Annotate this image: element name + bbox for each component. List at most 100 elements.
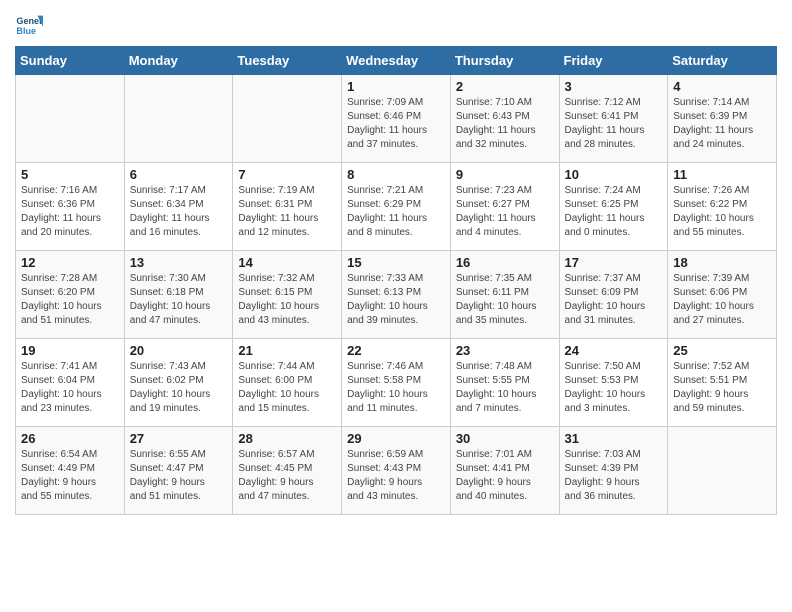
calendar-cell: 4 Sunrise: 7:14 AM Sunset: 6:39 PM Daylig…	[668, 75, 777, 163]
day-number: 16	[456, 255, 554, 270]
day-number: 1	[347, 79, 445, 94]
calendar-cell	[16, 75, 125, 163]
day-info: Sunrise: 7:03 AM Sunset: 4:39 PM Dayligh…	[565, 448, 663, 504]
day-info: Sunrise: 7:35 AM Sunset: 6:11 PM Dayligh…	[456, 272, 554, 328]
day-number: 19	[21, 343, 119, 358]
calendar-cell	[124, 75, 233, 163]
calendar-cell: 24 Sunrise: 7:50 AM Sunset: 5:53 PM Dayli…	[559, 339, 668, 427]
day-info: Sunrise: 7:48 AM Sunset: 5:55 PM Dayligh…	[456, 360, 554, 416]
header-monday: Monday	[124, 47, 233, 75]
day-number: 22	[347, 343, 445, 358]
day-number: 2	[456, 79, 554, 94]
calendar-cell: 15 Sunrise: 7:33 AM Sunset: 6:13 PM Dayli…	[342, 251, 451, 339]
calendar-cell: 26Sunrise: 6:54 AM Sunset: 4:49 PM Dayli…	[16, 427, 125, 515]
calendar-cell: 29 Sunrise: 6:59 AM Sunset: 4:43 PM Dayli…	[342, 427, 451, 515]
header-sunday: Sunday	[16, 47, 125, 75]
day-number: 21	[238, 343, 336, 358]
day-number: 3	[565, 79, 663, 94]
day-number: 4	[673, 79, 771, 94]
calendar-week-row: 19 Sunrise: 7:41 AM Sunset: 6:04 PM Dayli…	[16, 339, 777, 427]
header-thursday: Thursday	[450, 47, 559, 75]
calendar-cell	[668, 427, 777, 515]
day-number: 11	[673, 167, 771, 182]
day-number: 15	[347, 255, 445, 270]
calendar-cell: 14Sunrise: 7:32 AM Sunset: 6:15 PM Dayli…	[233, 251, 342, 339]
day-number: 26	[21, 431, 119, 446]
day-info: Sunrise: 7:46 AM Sunset: 5:58 PM Dayligh…	[347, 360, 445, 416]
day-number: 24	[565, 343, 663, 358]
day-info: Sunrise: 7:19 AM Sunset: 6:31 PM Dayligh…	[238, 184, 336, 240]
calendar-cell: 10 Sunrise: 7:24 AM Sunset: 6:25 PM Dayli…	[559, 163, 668, 251]
day-number: 23	[456, 343, 554, 358]
day-info: Sunrise: 7:26 AM Sunset: 6:22 PM Dayligh…	[673, 184, 771, 240]
day-number: 28	[238, 431, 336, 446]
day-info: Sunrise: 7:30 AM Sunset: 6:18 PM Dayligh…	[130, 272, 228, 328]
calendar-cell: 22 Sunrise: 7:46 AM Sunset: 5:58 PM Dayli…	[342, 339, 451, 427]
calendar-week-row: 5Sunrise: 7:16 AM Sunset: 6:36 PM Daylig…	[16, 163, 777, 251]
calendar-cell: 9 Sunrise: 7:23 AM Sunset: 6:27 PM Daylig…	[450, 163, 559, 251]
calendar-cell: 30 Sunrise: 7:01 AM Sunset: 4:41 PM Dayli…	[450, 427, 559, 515]
day-number: 25	[673, 343, 771, 358]
calendar-cell: 13 Sunrise: 7:30 AM Sunset: 6:18 PM Dayli…	[124, 251, 233, 339]
svg-text:Blue: Blue	[16, 26, 36, 36]
day-info: Sunrise: 7:17 AM Sunset: 6:34 PM Dayligh…	[130, 184, 228, 240]
day-number: 29	[347, 431, 445, 446]
calendar-cell: 5Sunrise: 7:16 AM Sunset: 6:36 PM Daylig…	[16, 163, 125, 251]
calendar-cell: 20Sunrise: 7:43 AM Sunset: 6:02 PM Dayli…	[124, 339, 233, 427]
calendar-cell: 23 Sunrise: 7:48 AM Sunset: 5:55 PM Dayli…	[450, 339, 559, 427]
header-saturday: Saturday	[668, 47, 777, 75]
day-info: Sunrise: 7:39 AM Sunset: 6:06 PM Dayligh…	[673, 272, 771, 328]
day-info: Sunrise: 7:24 AM Sunset: 6:25 PM Dayligh…	[565, 184, 663, 240]
day-info: Sunrise: 7:44 AM Sunset: 6:00 PM Dayligh…	[238, 360, 336, 416]
calendar-cell: 19 Sunrise: 7:41 AM Sunset: 6:04 PM Dayli…	[16, 339, 125, 427]
page-header: General Blue	[15, 10, 777, 38]
day-number: 17	[565, 255, 663, 270]
day-info: Sunrise: 7:12 AM Sunset: 6:41 PM Dayligh…	[565, 96, 663, 152]
calendar-week-row: 26Sunrise: 6:54 AM Sunset: 4:49 PM Dayli…	[16, 427, 777, 515]
calendar-header-row: SundayMondayTuesdayWednesdayThursdayFrid…	[16, 47, 777, 75]
day-info: Sunrise: 7:23 AM Sunset: 6:27 PM Dayligh…	[456, 184, 554, 240]
day-info: Sunrise: 7:21 AM Sunset: 6:29 PM Dayligh…	[347, 184, 445, 240]
calendar-cell: 1 Sunrise: 7:09 AM Sunset: 6:46 PM Daylig…	[342, 75, 451, 163]
day-number: 27	[130, 431, 228, 446]
day-info: Sunrise: 7:50 AM Sunset: 5:53 PM Dayligh…	[565, 360, 663, 416]
header-friday: Friday	[559, 47, 668, 75]
calendar-cell: 3 Sunrise: 7:12 AM Sunset: 6:41 PM Daylig…	[559, 75, 668, 163]
day-number: 12	[21, 255, 119, 270]
logo: General Blue	[15, 10, 47, 38]
calendar-cell: 8Sunrise: 7:21 AM Sunset: 6:29 PM Daylig…	[342, 163, 451, 251]
day-number: 9	[456, 167, 554, 182]
day-info: Sunrise: 7:41 AM Sunset: 6:04 PM Dayligh…	[21, 360, 119, 416]
header-wednesday: Wednesday	[342, 47, 451, 75]
day-number: 30	[456, 431, 554, 446]
calendar-cell: 6 Sunrise: 7:17 AM Sunset: 6:34 PM Daylig…	[124, 163, 233, 251]
day-number: 31	[565, 431, 663, 446]
day-info: Sunrise: 7:52 AM Sunset: 5:51 PM Dayligh…	[673, 360, 771, 416]
day-info: Sunrise: 6:59 AM Sunset: 4:43 PM Dayligh…	[347, 448, 445, 504]
day-info: Sunrise: 7:37 AM Sunset: 6:09 PM Dayligh…	[565, 272, 663, 328]
day-info: Sunrise: 7:10 AM Sunset: 6:43 PM Dayligh…	[456, 96, 554, 152]
day-info: Sunrise: 7:33 AM Sunset: 6:13 PM Dayligh…	[347, 272, 445, 328]
calendar-cell: 27 Sunrise: 6:55 AM Sunset: 4:47 PM Dayli…	[124, 427, 233, 515]
calendar-week-row: 12 Sunrise: 7:28 AM Sunset: 6:20 PM Dayli…	[16, 251, 777, 339]
calendar-cell: 31 Sunrise: 7:03 AM Sunset: 4:39 PM Dayli…	[559, 427, 668, 515]
calendar-cell: 18Sunrise: 7:39 AM Sunset: 6:06 PM Dayli…	[668, 251, 777, 339]
day-number: 10	[565, 167, 663, 182]
day-info: Sunrise: 7:01 AM Sunset: 4:41 PM Dayligh…	[456, 448, 554, 504]
calendar-cell: 2 Sunrise: 7:10 AM Sunset: 6:43 PM Daylig…	[450, 75, 559, 163]
calendar-cell: 11 Sunrise: 7:26 AM Sunset: 6:22 PM Dayli…	[668, 163, 777, 251]
day-info: Sunrise: 7:28 AM Sunset: 6:20 PM Dayligh…	[21, 272, 119, 328]
calendar-cell: 21 Sunrise: 7:44 AM Sunset: 6:00 PM Dayli…	[233, 339, 342, 427]
day-number: 6	[130, 167, 228, 182]
calendar-cell: 7Sunrise: 7:19 AM Sunset: 6:31 PM Daylig…	[233, 163, 342, 251]
header-tuesday: Tuesday	[233, 47, 342, 75]
calendar-cell	[233, 75, 342, 163]
day-number: 13	[130, 255, 228, 270]
day-info: Sunrise: 7:09 AM Sunset: 6:46 PM Dayligh…	[347, 96, 445, 152]
calendar-cell: 28Sunrise: 6:57 AM Sunset: 4:45 PM Dayli…	[233, 427, 342, 515]
day-info: Sunrise: 7:32 AM Sunset: 6:15 PM Dayligh…	[238, 272, 336, 328]
day-info: Sunrise: 7:14 AM Sunset: 6:39 PM Dayligh…	[673, 96, 771, 152]
day-info: Sunrise: 6:55 AM Sunset: 4:47 PM Dayligh…	[130, 448, 228, 504]
calendar-cell: 12 Sunrise: 7:28 AM Sunset: 6:20 PM Dayli…	[16, 251, 125, 339]
day-number: 20	[130, 343, 228, 358]
